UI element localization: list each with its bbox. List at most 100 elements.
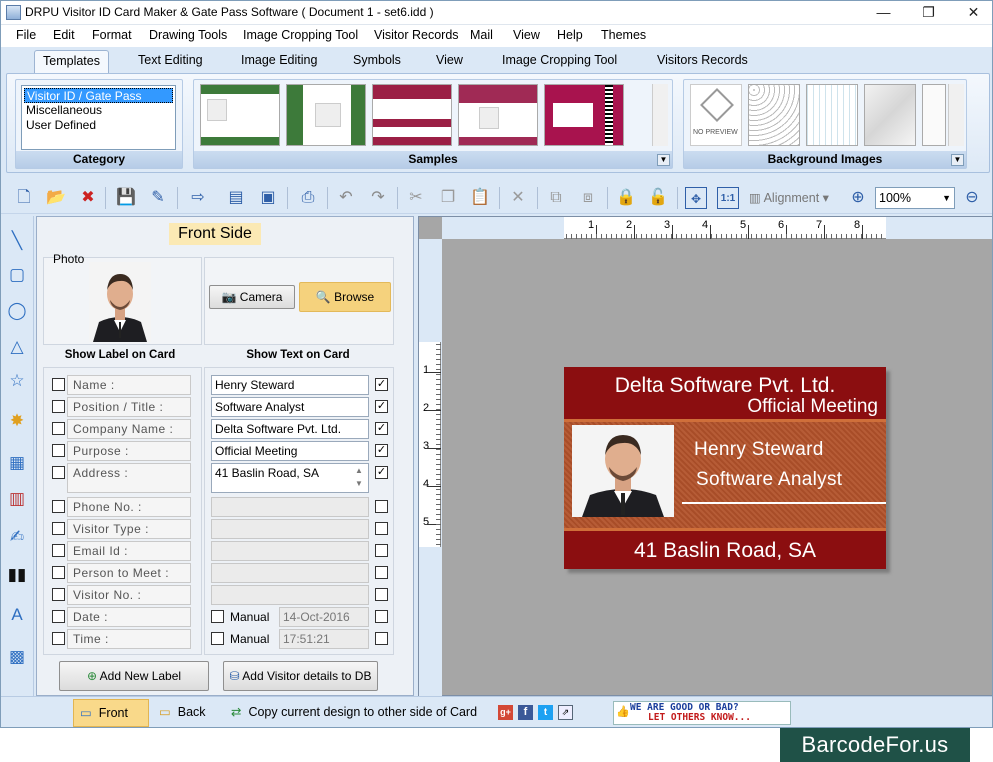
value-address[interactable]: 41 Baslin Road, SA bbox=[211, 463, 369, 493]
delete-icon[interactable]: ✕ bbox=[507, 187, 529, 209]
text-checkbox-date[interactable] bbox=[375, 610, 388, 623]
library-tool-icon[interactable]: ▥ bbox=[6, 488, 28, 510]
label-checkbox-date[interactable] bbox=[52, 610, 65, 623]
tab-image-cropping-tool[interactable]: Image Cropping Tool bbox=[502, 53, 617, 67]
new-file-icon[interactable]: 🗋 bbox=[13, 187, 35, 209]
actual-size-icon[interactable]: 1:1 bbox=[717, 187, 739, 209]
label-checkbox-visitor-no[interactable] bbox=[52, 588, 65, 601]
card-purpose[interactable]: Official Meeting bbox=[747, 396, 878, 418]
menu-image-cropping-tool[interactable]: Image Cropping Tool bbox=[243, 28, 358, 42]
category-item-visitor-id[interactable]: Visitor ID / Gate Pass bbox=[24, 88, 173, 103]
label-checkbox-person-to-meet[interactable] bbox=[52, 566, 65, 579]
sample-thumb-2[interactable] bbox=[286, 84, 366, 146]
export-icon[interactable]: ⇨ bbox=[187, 187, 209, 209]
close-button[interactable]: ✕ bbox=[951, 1, 992, 24]
value-visitor-type[interactable] bbox=[211, 519, 369, 539]
tab-text-editing[interactable]: Text Editing bbox=[138, 53, 203, 67]
text-checkbox-position-title[interactable]: ✓ bbox=[375, 400, 388, 413]
sample-thumb-5[interactable] bbox=[544, 84, 624, 146]
rate-us-banner[interactable]: 👍 WE ARE GOOD OR BAD? LET OTHERS KNOW... bbox=[613, 701, 791, 725]
label-checkbox-address[interactable] bbox=[52, 466, 65, 479]
menu-format[interactable]: Format bbox=[92, 28, 132, 42]
label-checkbox-company-name[interactable] bbox=[52, 422, 65, 435]
text-checkbox-purpose[interactable]: ✓ bbox=[375, 444, 388, 457]
menu-drawing-tools[interactable]: Drawing Tools bbox=[149, 28, 227, 42]
zoom-select[interactable]: 100% ▼ bbox=[875, 187, 955, 209]
text-checkbox-address[interactable]: ✓ bbox=[375, 466, 388, 479]
line-tool-icon[interactable]: ╲ bbox=[6, 230, 28, 252]
rectangle-tool-icon[interactable]: ▢ bbox=[6, 264, 28, 286]
value-date[interactable]: 14-Oct-2016 bbox=[279, 607, 369, 627]
label-checkbox-email-id[interactable] bbox=[52, 544, 65, 557]
category-list[interactable]: Visitor ID / Gate Pass Miscellaneous Use… bbox=[21, 85, 176, 150]
menu-themes[interactable]: Themes bbox=[601, 28, 646, 42]
barcode-tool-icon[interactable]: ▮▮ bbox=[6, 564, 28, 586]
design-canvas[interactable]: 1 2 3 4 5 6 7 8 1 2 3 4 5 Delta Software Pvt. Ltd. … bbox=[418, 216, 992, 697]
text-checkbox-visitor-type[interactable] bbox=[375, 522, 388, 535]
back-side-button[interactable]: ▭ Back bbox=[157, 699, 223, 727]
label-checkbox-purpose[interactable] bbox=[52, 444, 65, 457]
value-email-id[interactable] bbox=[211, 541, 369, 561]
value-visitor-no[interactable] bbox=[211, 585, 369, 605]
bg-thumb-4[interactable] bbox=[864, 84, 916, 146]
bg-thumb-5[interactable] bbox=[922, 84, 946, 146]
google-plus-icon[interactable]: g+ bbox=[498, 705, 513, 720]
card-visitor-title[interactable]: Software Analyst bbox=[696, 469, 842, 491]
triangle-tool-icon[interactable]: △ bbox=[6, 336, 28, 358]
manual-checkbox-time[interactable] bbox=[211, 632, 224, 645]
text-checkbox-name[interactable]: ✓ bbox=[375, 378, 388, 391]
menu-visitor-records[interactable]: Visitor Records bbox=[374, 28, 459, 42]
samples-scrollbar[interactable] bbox=[652, 84, 668, 146]
image-icon[interactable]: ▣ bbox=[257, 187, 279, 209]
camera-button[interactable]: 📷 Camera bbox=[209, 285, 295, 309]
tab-visitors-records[interactable]: Visitors Records bbox=[657, 53, 748, 67]
star-tool-icon[interactable]: ☆ bbox=[6, 370, 28, 392]
bg-thumb-3[interactable] bbox=[806, 84, 858, 146]
image-tool-icon[interactable]: ▩ bbox=[6, 646, 28, 668]
value-time[interactable]: 17:51:21 bbox=[279, 629, 369, 649]
print-icon[interactable]: ⎙ bbox=[297, 187, 319, 209]
manual-checkbox-date[interactable] bbox=[211, 610, 224, 623]
value-purpose[interactable]: Official Meeting bbox=[211, 441, 369, 461]
add-new-label-button[interactable]: ⊕ Add New Label bbox=[59, 661, 209, 691]
ellipse-tool-icon[interactable]: ◯ bbox=[6, 300, 28, 322]
bg-thumb-2[interactable] bbox=[748, 84, 800, 146]
value-person-to-meet[interactable] bbox=[211, 563, 369, 583]
paste-icon[interactable]: 📋 bbox=[469, 187, 491, 209]
text-checkbox-visitor-no[interactable] bbox=[375, 588, 388, 601]
value-position-title[interactable]: Software Analyst bbox=[211, 397, 369, 417]
bg-scrollbar[interactable] bbox=[948, 84, 964, 146]
tab-symbols[interactable]: Symbols bbox=[353, 53, 401, 67]
sample-thumb-4[interactable] bbox=[458, 84, 538, 146]
label-checkbox-time[interactable] bbox=[52, 632, 65, 645]
tab-image-editing[interactable]: Image Editing bbox=[241, 53, 317, 67]
minimize-button[interactable]: — bbox=[861, 1, 906, 24]
signature-tool-icon[interactable]: ✍ bbox=[6, 526, 28, 548]
symbol-tool-icon[interactable]: ✸ bbox=[6, 410, 28, 432]
copy-design-button[interactable]: ⇄ Copy current design to other side of C… bbox=[231, 699, 489, 727]
close-document-icon[interactable]: ✖ bbox=[77, 187, 99, 209]
id-card[interactable]: Delta Software Pvt. Ltd. Official Meetin… bbox=[564, 367, 886, 569]
unlock-icon[interactable]: 🔓 bbox=[647, 187, 669, 209]
browse-button[interactable]: 🔍 Browse bbox=[299, 282, 391, 312]
tab-templates[interactable]: Templates bbox=[34, 50, 109, 73]
value-phone-no[interactable] bbox=[211, 497, 369, 517]
restore-button[interactable]: ❐ bbox=[906, 1, 951, 24]
card-photo[interactable] bbox=[572, 425, 674, 517]
facebook-icon[interactable]: f bbox=[518, 705, 533, 720]
picture-tool-icon[interactable]: ▦ bbox=[6, 452, 28, 474]
alignment-dropdown[interactable]: ▥ Alignment ▾ bbox=[749, 190, 829, 205]
tab-view[interactable]: View bbox=[436, 53, 463, 67]
card-company[interactable]: Delta Software Pvt. Ltd. bbox=[564, 374, 886, 398]
menu-mail[interactable]: Mail bbox=[470, 28, 493, 42]
category-item-user-defined[interactable]: User Defined bbox=[24, 118, 173, 133]
bg-expand-button[interactable]: ▼ bbox=[951, 154, 964, 166]
card-address[interactable]: 41 Baslin Road, SA bbox=[564, 539, 886, 563]
menu-view[interactable]: View bbox=[513, 28, 540, 42]
label-checkbox-position-title[interactable] bbox=[52, 400, 65, 413]
cut-icon[interactable]: ✂ bbox=[405, 187, 427, 209]
open-folder-icon[interactable]: 📂 bbox=[45, 187, 67, 209]
menu-file[interactable]: File bbox=[16, 28, 36, 42]
text-checkbox-time[interactable] bbox=[375, 632, 388, 645]
menu-help[interactable]: Help bbox=[557, 28, 583, 42]
